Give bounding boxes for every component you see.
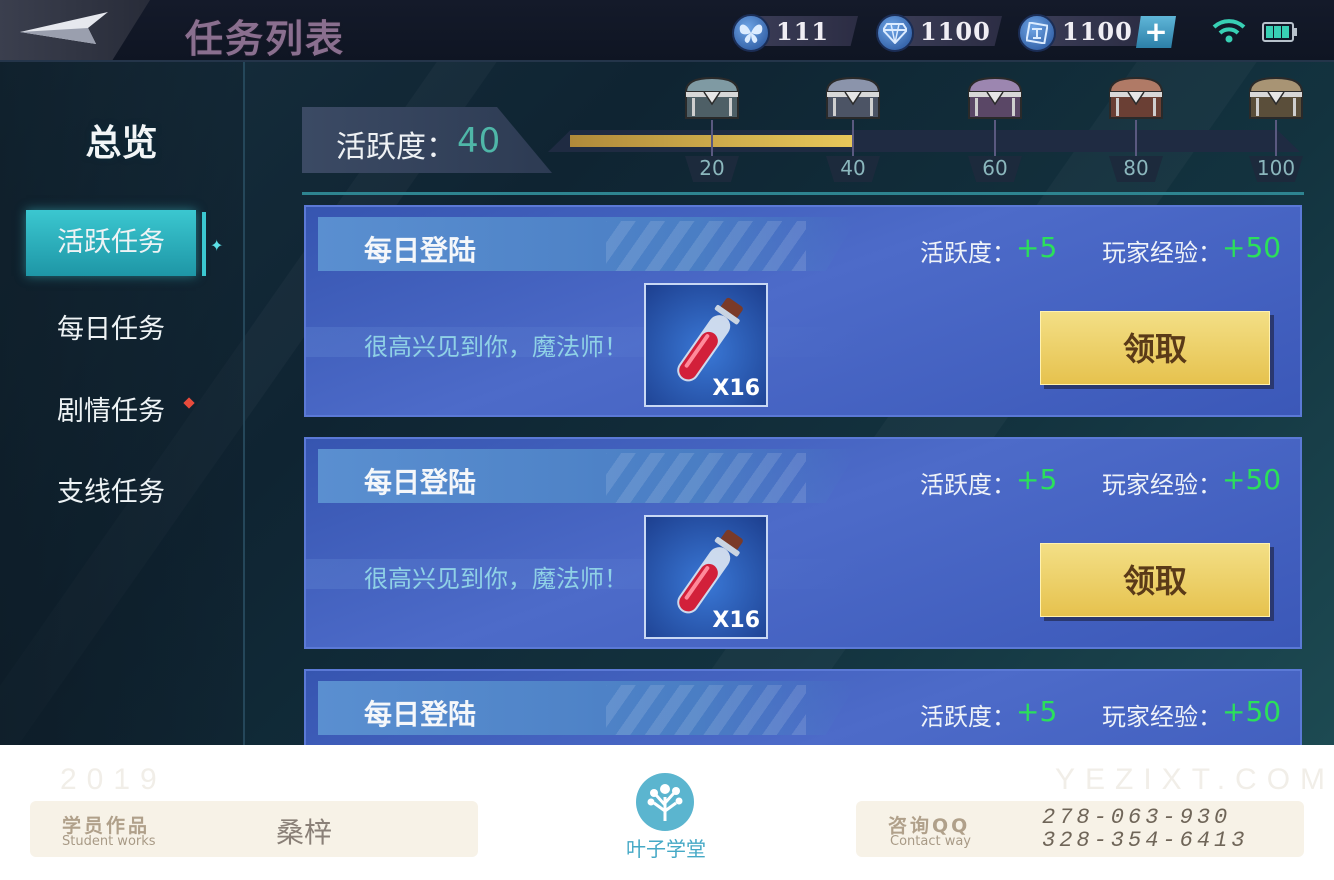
sidebar-item-side-tasks[interactable]: 支线任务 bbox=[26, 460, 196, 526]
game-screen: 任务列表 111 1100 1100 + 总览 活跃任务 ✦ 每日任务 剧情任务… bbox=[0, 0, 1334, 745]
activity-label: 活跃度： bbox=[336, 130, 456, 165]
rune-coin-icon bbox=[1018, 14, 1056, 52]
header-stripes bbox=[606, 221, 806, 271]
milestone-label: 100 bbox=[1249, 156, 1303, 182]
footer-site: YEZIXT.COM bbox=[1055, 763, 1334, 796]
exp-reward-value: +50 bbox=[1222, 231, 1282, 264]
item-quantity: X16 bbox=[712, 608, 760, 633]
sidebar-title: 总览 bbox=[85, 123, 158, 164]
milestone-tick bbox=[852, 120, 854, 158]
add-currency-button[interactable]: + bbox=[1136, 16, 1176, 48]
task-title: 每日登陆 bbox=[364, 698, 477, 731]
sidebar: 总览 活跃任务 ✦ 每日任务 剧情任务 支线任务 bbox=[0, 62, 245, 745]
reward-item-slot[interactable]: X16 bbox=[644, 283, 768, 407]
item-quantity: X16 bbox=[712, 376, 760, 401]
treasure-chest-icon[interactable] bbox=[1106, 74, 1166, 122]
logo-text: 叶子学堂 bbox=[626, 837, 706, 861]
milestone-tick bbox=[711, 120, 713, 158]
milestone-tick bbox=[994, 120, 996, 158]
activity-reward-value: +5 bbox=[1016, 463, 1058, 496]
activity-reward-value: +5 bbox=[1016, 231, 1058, 264]
wifi-icon bbox=[1212, 19, 1246, 43]
exp-reward-label: 玩家经验： bbox=[1102, 471, 1222, 499]
treasure-chest-icon[interactable] bbox=[1246, 74, 1306, 122]
diamond-icon bbox=[876, 14, 914, 52]
treasure-chest-icon[interactable] bbox=[682, 74, 742, 122]
exp-reward-label: 玩家经验： bbox=[1102, 239, 1222, 267]
exp-reward-value: +50 bbox=[1222, 463, 1282, 496]
divider bbox=[302, 192, 1304, 195]
claim-button[interactable]: 领取 bbox=[1040, 311, 1270, 385]
task-title: 每日登陆 bbox=[364, 466, 477, 499]
resource-value: 1100 bbox=[1062, 17, 1133, 46]
sidebar-item-daily-tasks[interactable]: 每日任务 bbox=[26, 297, 196, 363]
header-stripes bbox=[606, 685, 806, 735]
student-box: 学员作品 Student works 桑梓 bbox=[30, 801, 478, 857]
task-description: 很高兴见到你，魔法师！ bbox=[364, 333, 628, 361]
milestone-label: 60 bbox=[968, 156, 1022, 182]
battery-icon bbox=[1262, 22, 1297, 42]
milestone-tick bbox=[1275, 120, 1277, 158]
milestone-label: 20 bbox=[685, 156, 739, 182]
student-name: 桑梓 bbox=[276, 816, 333, 849]
resource-value: 1100 bbox=[920, 17, 991, 46]
exp-reward-value: +50 bbox=[1222, 695, 1282, 728]
qq-number-2: 328-354-6413 bbox=[1042, 828, 1249, 853]
sidebar-item-story-tasks[interactable]: 剧情任务 bbox=[26, 379, 196, 445]
back-arrow-icon bbox=[20, 12, 108, 44]
treasure-chest-icon[interactable] bbox=[965, 74, 1025, 122]
claim-button[interactable]: 领取 bbox=[1040, 543, 1270, 617]
back-button[interactable] bbox=[0, 0, 150, 60]
footer: 2019 YEZIXT.COM 学员作品 Student works 桑梓 叶子… bbox=[0, 745, 1334, 880]
activity-value: 40 bbox=[457, 121, 501, 161]
activity-reward-label: 活跃度： bbox=[920, 471, 1016, 499]
milestone-label: 80 bbox=[1109, 156, 1163, 182]
active-marker bbox=[202, 212, 206, 276]
page-title: 任务列表 bbox=[185, 16, 346, 61]
header-stripes bbox=[606, 453, 806, 503]
treasure-chest-icon[interactable] bbox=[823, 74, 883, 122]
resource-value: 111 bbox=[776, 17, 830, 46]
activity-reward-label: 活跃度： bbox=[920, 239, 1016, 267]
plus-icon: + bbox=[1144, 15, 1168, 48]
contact-label-en: Contact way bbox=[890, 834, 972, 849]
activity-reward-value: +5 bbox=[1016, 695, 1058, 728]
task-title: 每日登陆 bbox=[364, 234, 477, 267]
task-description: 很高兴见到你，魔法师！ bbox=[364, 565, 628, 593]
qq-number-1: 278-063-930 bbox=[1042, 805, 1232, 830]
footer-year: 2019 bbox=[60, 763, 167, 796]
milestone-label: 40 bbox=[826, 156, 880, 182]
task-card: 每日登陆 活跃度： +5 玩家经验： +50 很高兴见到你，魔法师！ X16 领… bbox=[304, 205, 1302, 417]
top-bar: 任务列表 111 1100 1100 + bbox=[0, 0, 1334, 62]
activity-reward-label: 活跃度： bbox=[920, 703, 1016, 731]
exp-reward-label: 玩家经验： bbox=[1102, 703, 1222, 731]
student-label-en: Student works bbox=[62, 834, 156, 849]
sparkle-icon: ✦ bbox=[210, 236, 224, 255]
sidebar-item-active-tasks[interactable]: 活跃任务 bbox=[26, 210, 196, 276]
task-card: 每日登陆 活跃度： +5 玩家经验： +50 很高兴见到你，魔法师！ X16 领… bbox=[304, 437, 1302, 649]
butterfly-icon bbox=[732, 14, 770, 52]
milestone-tick bbox=[1135, 120, 1137, 158]
reward-item-slot[interactable]: X16 bbox=[644, 515, 768, 639]
task-card: 每日登陆 活跃度： +5 玩家经验： +50 bbox=[304, 669, 1302, 745]
tree-logo-icon bbox=[636, 773, 694, 831]
contact-box: 咨询QQ Contact way 278-063-930 328-354-641… bbox=[856, 801, 1304, 857]
